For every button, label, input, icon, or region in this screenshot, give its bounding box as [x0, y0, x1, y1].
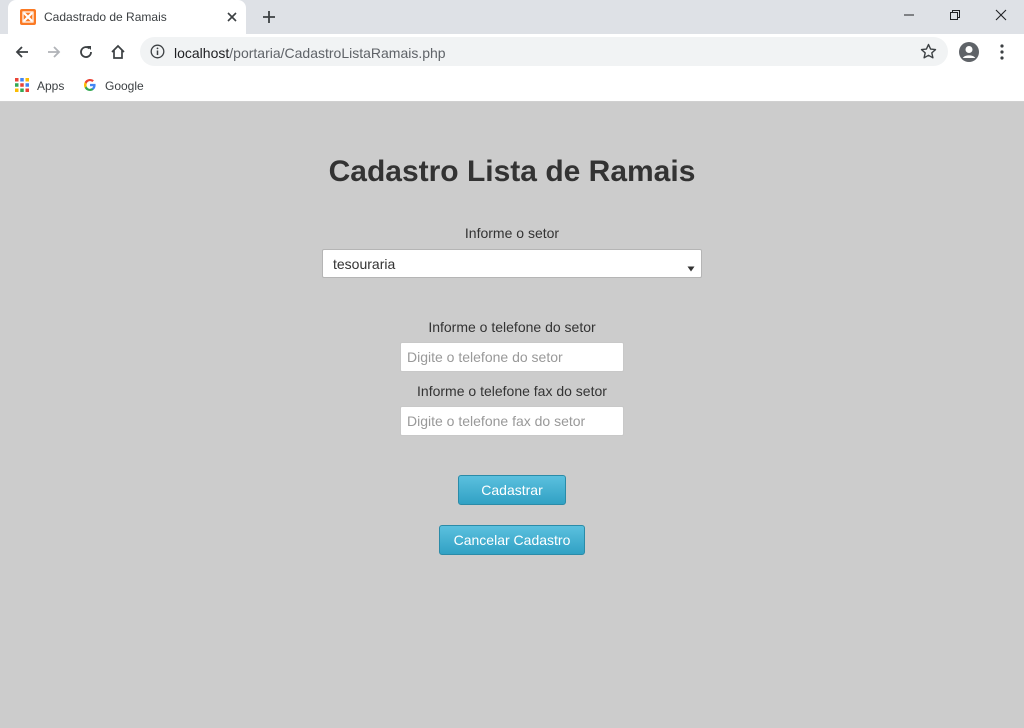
google-icon: [83, 78, 97, 92]
setor-label: Informe o setor: [464, 225, 560, 241]
fax-label: Informe o telefone fax do setor: [417, 383, 607, 399]
new-tab-icon[interactable]: [260, 8, 278, 26]
fax-input[interactable]: [400, 406, 624, 436]
bookmark-label: Google: [105, 79, 144, 93]
tab-title: Cadastrado de Ramais: [44, 10, 167, 24]
telefone-label: Informe o telefone do setor: [428, 319, 596, 335]
back-arrow-icon[interactable]: [10, 40, 34, 64]
bookmark-star-icon[interactable]: [920, 43, 937, 60]
cadastrar-button[interactable]: Cadastrar: [458, 475, 566, 505]
forward-arrow-icon[interactable]: [42, 40, 66, 64]
setor-selected-value: tesouraria: [333, 256, 396, 272]
reload-icon[interactable]: [74, 40, 98, 64]
xampp-favicon-icon: [20, 9, 36, 25]
restore-icon[interactable]: [932, 0, 978, 30]
cancelar-cadastro-button[interactable]: Cancelar Cadastro: [439, 525, 585, 555]
more-menu-icon[interactable]: [995, 43, 1009, 61]
url-host: localhost: [174, 45, 230, 61]
page-title: Cadastro Lista de Ramais: [328, 155, 696, 188]
dropdown-arrow-icon: [687, 260, 695, 272]
close-window-icon[interactable]: [978, 0, 1024, 30]
address-bar[interactable]: localhost/portaria/CadastroListaRamais.p…: [140, 37, 948, 66]
browser-tab[interactable]: Cadastrado de Ramais: [8, 0, 246, 34]
url-text: localhost/portaria/CadastroListaRamais.p…: [174, 45, 446, 61]
site-info-icon[interactable]: [150, 44, 165, 59]
browser-toolbar: localhost/portaria/CadastroListaRamais.p…: [0, 34, 1024, 70]
bookmark-label: Apps: [37, 79, 65, 93]
apps-grid-icon: [15, 78, 29, 92]
url-path: /portaria/CadastroListaRamais.php: [229, 45, 446, 61]
tab-strip: Cadastrado de Ramais: [0, 0, 1024, 34]
setor-select[interactable]: tesouraria: [322, 249, 702, 278]
telefone-input[interactable]: [400, 342, 624, 372]
page-content: Cadastro Lista de Ramais Informe o setor…: [0, 103, 1024, 728]
tab-close-icon[interactable]: [224, 9, 240, 25]
profile-avatar-icon[interactable]: [958, 41, 980, 63]
bookmarks-bar: Apps Google: [0, 70, 1024, 102]
minimize-icon[interactable]: [886, 0, 932, 30]
home-icon[interactable]: [106, 40, 130, 64]
